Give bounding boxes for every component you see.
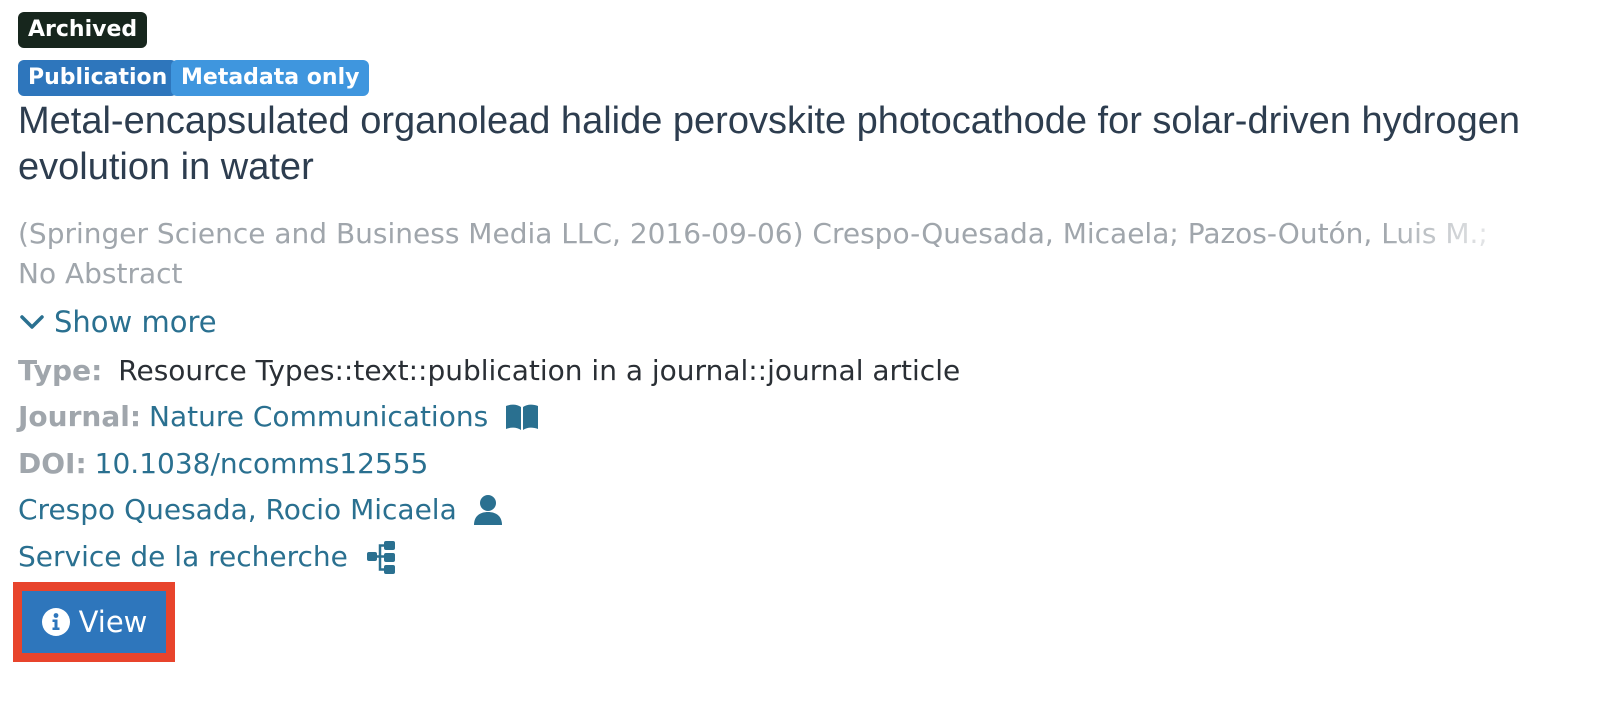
text-fade-overlay — [1378, 216, 1548, 252]
user-icon[interactable] — [473, 494, 503, 526]
sitemap-icon[interactable] — [366, 539, 396, 575]
view-button[interactable]: View — [22, 591, 166, 653]
show-more-toggle[interactable]: Show more — [18, 304, 217, 340]
doi-field: DOI: 10.1038/ncomms12555 — [18, 446, 428, 482]
view-button-label: View — [78, 605, 148, 639]
archived-badge: Archived — [18, 12, 148, 48]
doi-link[interactable]: 10.1038/ncomms12555 — [95, 446, 429, 482]
publication-badge: Publication — [18, 60, 178, 96]
organization-field: Service de la recherche — [18, 539, 396, 575]
person-link[interactable]: Crespo Quesada, Rocio Micaela — [18, 492, 457, 528]
metadata-only-badge: Metadata only — [171, 60, 370, 96]
journal-link[interactable]: Nature Communications — [149, 399, 488, 435]
search-result-record: Archived Publication Metadata only Metal… — [0, 0, 1622, 704]
person-field: Crespo Quesada, Rocio Micaela — [18, 492, 503, 528]
journal-field: Journal: Nature Communications — [18, 399, 540, 435]
journal-label: Journal: — [18, 400, 142, 433]
type-label: Type: — [18, 354, 103, 387]
view-button-highlight: View — [13, 582, 175, 662]
chevron-down-icon — [18, 308, 46, 336]
publisher-authors-line: (Springer Science and Business Media LLC… — [18, 216, 1548, 252]
organization-link[interactable]: Service de la recherche — [18, 539, 348, 575]
info-circle-icon — [41, 607, 71, 637]
type-field: Type: Resource Types::text::publication … — [18, 353, 960, 389]
book-open-icon[interactable] — [504, 402, 540, 432]
abstract-text: No Abstract — [18, 257, 183, 290]
record-title[interactable]: Metal-encapsulated organolead halide per… — [18, 98, 1616, 190]
type-value: Resource Types::text::publication in a j… — [118, 354, 961, 387]
publisher-authors-text: (Springer Science and Business Media LLC… — [18, 217, 1488, 250]
doi-label: DOI: — [18, 447, 87, 480]
show-more-label: Show more — [54, 305, 217, 339]
